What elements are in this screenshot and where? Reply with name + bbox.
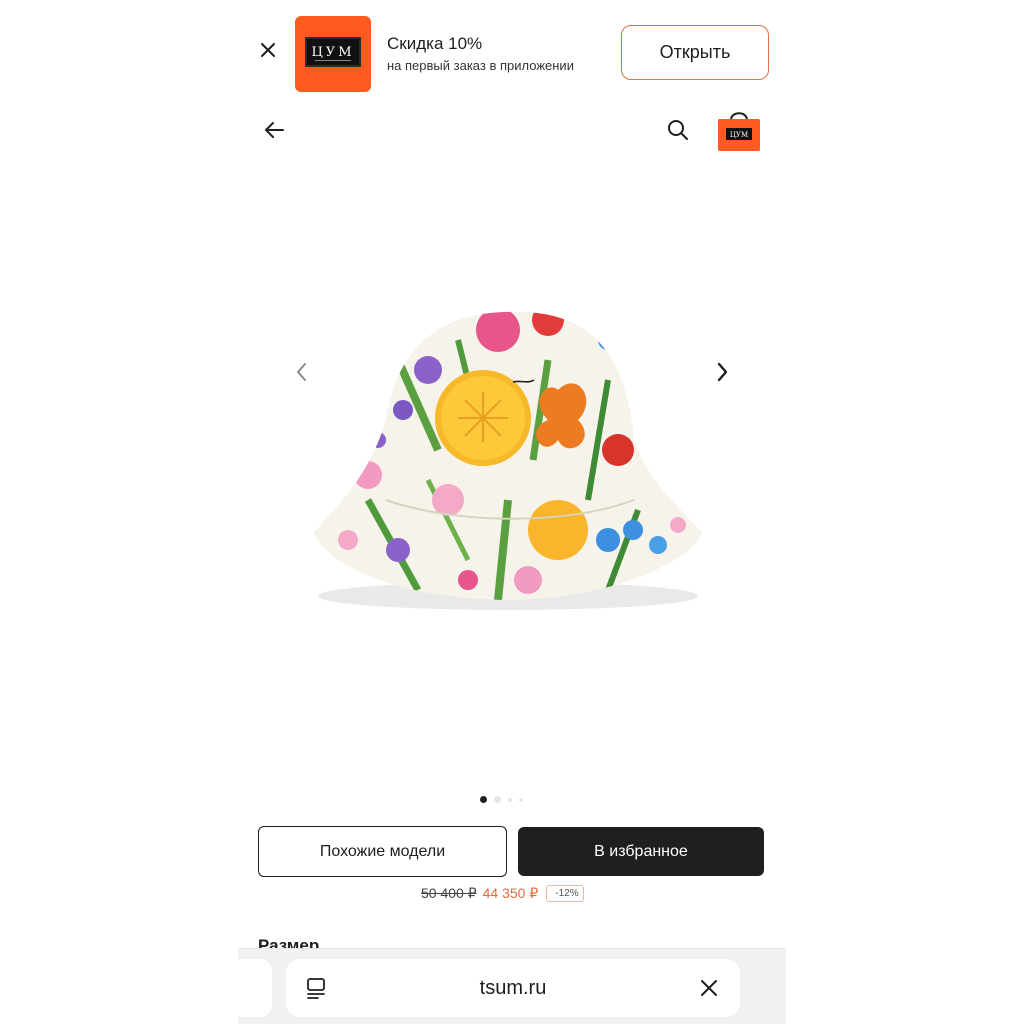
pagination-dot[interactable]: [494, 796, 501, 803]
shopping-bag-icon[interactable]: ЦУМ: [716, 106, 762, 152]
product-gallery[interactable]: [238, 160, 786, 810]
gallery-pagination: [480, 796, 523, 803]
close-icon[interactable]: [699, 978, 719, 998]
bag-logo-text: ЦУМ: [730, 131, 748, 139]
url-field[interactable]: tsum.ru: [286, 959, 740, 1017]
app-logo: ЦУМ: [295, 16, 371, 92]
price-row: 50 400 ₽ 44 350 ₽ -12%: [421, 885, 584, 902]
pagination-dot[interactable]: [508, 797, 512, 802]
chevron-right-icon[interactable]: [710, 360, 734, 384]
search-icon[interactable]: [666, 118, 690, 142]
banner-title: Скидка 10%: [387, 34, 483, 53]
arrow-left-icon[interactable]: [262, 118, 286, 142]
product-image-floral-bucket-hat: [314, 311, 702, 610]
app-logo-text: ЦУМ: [311, 44, 355, 60]
phone-screen: ЦУМ Скидка 10% на первый заказ в приложе…: [238, 0, 786, 1024]
previous-tab-peek[interactable]: [238, 959, 272, 1017]
add-to-favorites-button[interactable]: В избранное: [518, 827, 764, 876]
url-text: tsum.ru: [479, 977, 547, 999]
similar-models-button[interactable]: Похожие модели: [258, 826, 507, 877]
open-app-button[interactable]: Открыть: [621, 25, 769, 80]
discount-badge: -12%: [546, 885, 584, 902]
old-price: 50 400 ₽: [421, 885, 477, 901]
banner-close-icon[interactable]: [258, 40, 278, 60]
pagination-dot-active[interactable]: [480, 796, 487, 803]
pagination-dot[interactable]: [519, 797, 523, 802]
browser-address-bar: tsum.ru: [238, 948, 786, 1024]
banner-subtitle: на первый заказ в приложении: [387, 58, 574, 73]
current-price: 44 350 ₽: [482, 885, 539, 901]
